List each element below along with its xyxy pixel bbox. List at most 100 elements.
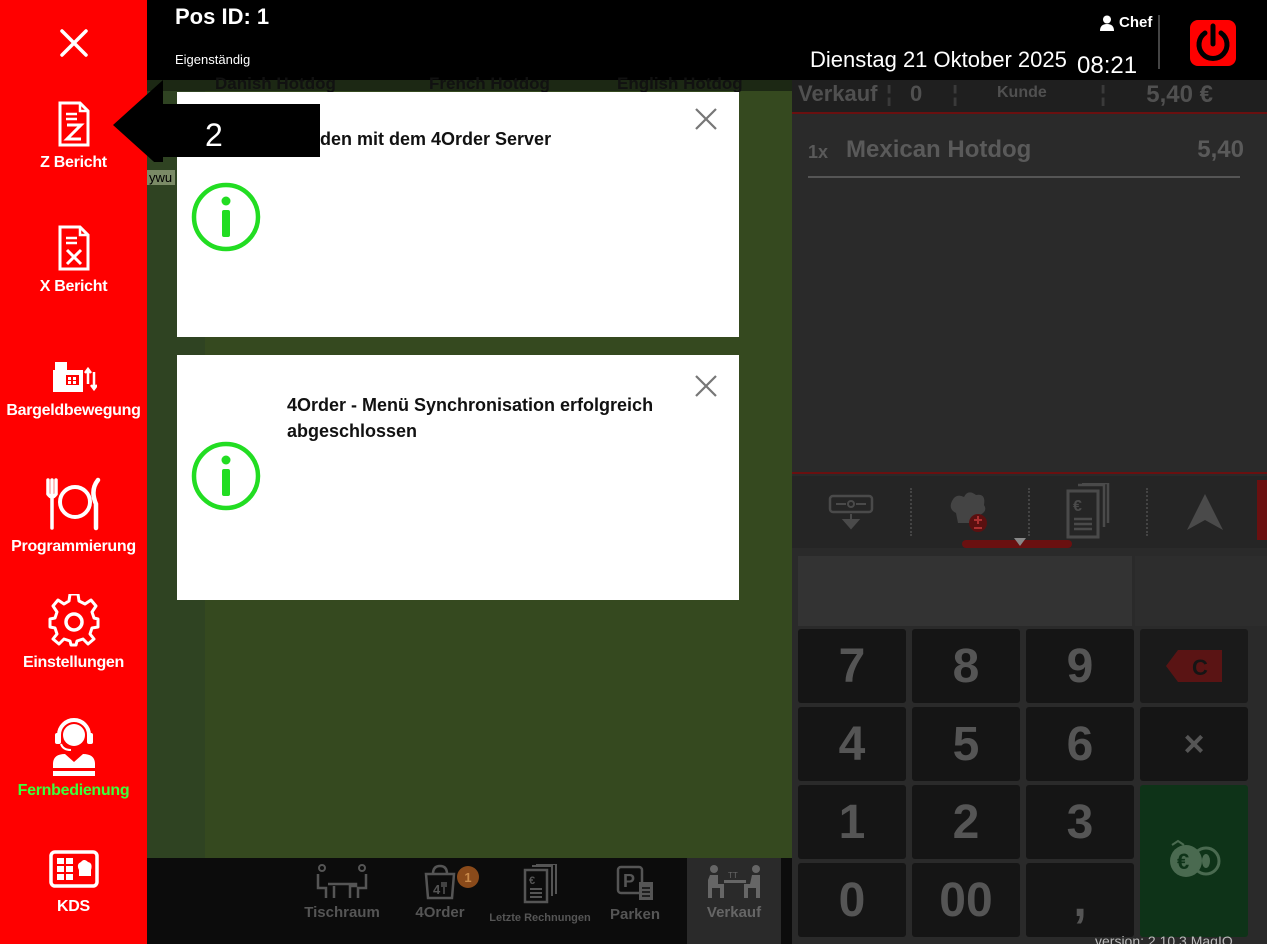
kitchen-display-icon	[48, 850, 99, 888]
sidebar-item-fernbedienung[interactable]: Fernbedienung	[0, 716, 147, 800]
category-tab[interactable]: ywu	[147, 170, 175, 185]
power-button[interactable]	[1188, 18, 1238, 68]
invoice-button[interactable]: €	[1028, 476, 1146, 548]
power-icon	[1190, 20, 1236, 66]
amount-display	[798, 556, 1132, 626]
close-icon	[695, 375, 717, 397]
divider: ¦	[886, 81, 893, 106]
sidebar-item-label: KDS	[57, 898, 90, 915]
svg-text:TT: TT	[728, 871, 738, 880]
nav-letzte-rechnungen[interactable]: € Letzte Rechnungen	[485, 858, 595, 944]
pos-mode: Eigenständig	[175, 52, 251, 67]
key-6[interactable]: 6	[1026, 707, 1134, 781]
chef-hat-icon	[950, 492, 987, 532]
clear-label: C	[1192, 655, 1208, 680]
euro-pay-icon: €	[1170, 839, 1221, 877]
key-5[interactable]: 5	[912, 707, 1020, 781]
sales-label: Verkauf	[798, 81, 878, 106]
key-7[interactable]: 7	[798, 629, 906, 703]
sidebar-item-label: Fernbedienung	[17, 782, 130, 799]
split-button[interactable]	[792, 476, 910, 548]
nav-label: 4Order	[415, 904, 465, 921]
gear-icon	[48, 594, 99, 647]
close-button[interactable]	[0, 0, 147, 85]
divider	[792, 112, 1267, 114]
svg-text:€: €	[529, 875, 535, 887]
time: 08:21	[1077, 52, 1138, 79]
order-name: Mexican Hotdog	[846, 136, 1032, 163]
header: Pos ID: 1 Eigenständig Chef Dienstag 21 …	[147, 0, 1267, 80]
amount-display-aux	[1135, 556, 1267, 626]
sidebar-item-kds[interactable]: KDS	[0, 850, 147, 916]
callout-number: 2	[205, 117, 223, 153]
send-button[interactable]	[1146, 476, 1264, 548]
cash-register-icon	[52, 362, 97, 392]
backspace-icon: C	[1166, 650, 1222, 682]
nav-parken[interactable]: P Parken	[595, 858, 675, 944]
sidebar-item-label: X Bericht	[39, 278, 108, 295]
nav-verkauf[interactable]: TT Verkauf	[687, 858, 781, 944]
svg-text:€: €	[1177, 849, 1189, 874]
notification-close-button[interactable]	[693, 373, 719, 399]
sidebar-item-programmierung[interactable]: Programmierung	[0, 476, 147, 556]
sales-header: Verkauf ¦ 0 ¦ Kunde ¦ 5,40 €	[792, 80, 1267, 112]
user-indicator[interactable]: Chef	[1099, 14, 1152, 31]
sidebar-item-bargeldbewegung[interactable]: Bargeldbewegung	[0, 360, 147, 420]
key-9[interactable]: 9	[1026, 629, 1134, 703]
key-00[interactable]: 00	[912, 863, 1020, 937]
receipts-icon: €	[523, 864, 557, 904]
key-comma[interactable]: ,	[1026, 863, 1134, 937]
split-icon	[828, 494, 874, 530]
x-report-icon	[58, 225, 89, 271]
product-english-hotdog[interactable]: English Hotdog	[617, 74, 743, 94]
date: Dienstag 21 Oktober 2025	[810, 47, 1067, 72]
key-2[interactable]: 2	[912, 785, 1020, 859]
clear-button[interactable]: C	[1140, 629, 1248, 703]
action-toolbar: €	[792, 476, 1267, 548]
table-room-icon	[316, 864, 368, 898]
4order-icon: 4	[424, 864, 456, 900]
nav-4order[interactable]: 4 1 4Order	[395, 858, 485, 944]
sales-count: 0	[910, 81, 923, 106]
parking-icon: P	[616, 865, 653, 900]
customer-label[interactable]: Kunde	[997, 84, 1047, 102]
support-agent-icon	[48, 718, 99, 776]
chef-adjust-button[interactable]	[910, 476, 1028, 548]
sidebar-item-x-bericht[interactable]: X Bericht	[0, 224, 147, 296]
svg-text:P: P	[623, 871, 635, 891]
sidebar-item-label: Einstellungen	[23, 654, 124, 671]
side-tab[interactable]	[1257, 480, 1267, 540]
nav-label: Letzte Rechnungen	[489, 912, 591, 924]
product-french-hotdog[interactable]: French Hotdog	[429, 74, 550, 94]
divider: ¦	[952, 81, 959, 106]
sales-panel: Verkauf ¦ 0 ¦ Kunde ¦ 5,40 € 1x Mexican …	[792, 80, 1267, 944]
sidebar-item-label: Z Bericht	[40, 154, 107, 171]
nav-label: Tischraum	[304, 904, 380, 921]
notification-text: bunden mit dem 4Order Server	[287, 129, 552, 149]
callout-arrow: 2	[113, 80, 320, 162]
pay-button[interactable]: €	[1140, 785, 1248, 937]
key-4[interactable]: 4	[798, 707, 906, 781]
sidebar-item-label: Bargeldbewegung	[6, 402, 141, 419]
nav-label: Verkauf	[706, 904, 762, 921]
key-8[interactable]: 8	[912, 629, 1020, 703]
key-3[interactable]: 3	[1026, 785, 1134, 859]
info-icon	[191, 182, 261, 252]
navigate-icon	[1187, 494, 1223, 530]
z-report-icon	[58, 101, 89, 147]
close-icon	[695, 108, 717, 130]
notification-close-button[interactable]	[693, 106, 719, 132]
info-icon	[191, 441, 261, 511]
chevron-down-icon	[1014, 538, 1026, 546]
user-name: Chef	[1119, 14, 1153, 31]
sales-total: 5,40 €	[1146, 81, 1213, 108]
multiply-button[interactable]: ×	[1140, 707, 1248, 781]
plate-cutlery-icon	[45, 477, 100, 531]
sidebar-item-label: Programmierung	[11, 538, 136, 555]
notification-sync: 4Order - Menü Synchronisation erfolgreic…	[177, 355, 739, 600]
notification-text: 4Order - Menü Synchronisation erfolgreic…	[287, 395, 654, 441]
key-1[interactable]: 1	[798, 785, 906, 859]
nav-tischraum[interactable]: Tischraum	[297, 858, 387, 944]
key-0[interactable]: 0	[798, 863, 906, 937]
sidebar-item-einstellungen[interactable]: Einstellungen	[0, 594, 147, 672]
